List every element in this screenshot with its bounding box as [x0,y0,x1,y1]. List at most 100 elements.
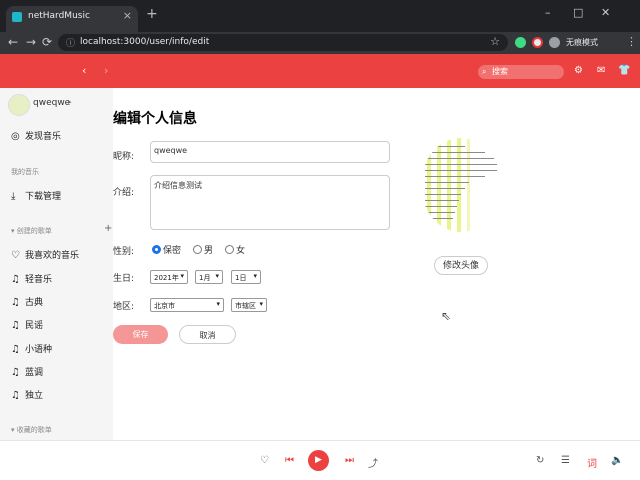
sidebar-item-playlist[interactable]: ♫ 蓝调 [11,365,43,378]
player-bar: ♡ ⏮ ▶ ⏭ ⤴ ↻ ☰ 词 🔈 [0,440,640,480]
sidebar-item-label: 我喜欢的音乐 [25,251,80,261]
tab-close-icon[interactable]: × [123,9,132,22]
tab-favicon-icon [12,12,22,22]
extension-chrome-icon[interactable] [532,37,543,48]
minimize-button[interactable]: – [545,6,551,19]
like-icon[interactable]: ♡ [260,455,269,466]
sidebar: qweqwe ▸ ◎ 发现音乐 我的音乐 ⤓ 下载管理 ▾ 创建的歌单 + ♡ 我喜欢… [0,88,113,440]
gender-radio-female[interactable]: 女 [225,243,245,256]
heart-icon: ♡ [11,250,20,261]
sidebar-username[interactable]: qweqwe [33,98,70,108]
gender-radio-secret[interactable]: 保密 [152,243,181,256]
play-button[interactable]: ▶ [308,450,329,471]
app-back-button[interactable]: ‹ [82,64,86,77]
chevron-down-icon: ▾ [253,272,257,280]
region-label: 地区: [113,302,135,312]
add-playlist-button[interactable]: + [104,223,112,234]
caret-right-icon[interactable]: ▸ [68,98,72,106]
previous-track-icon[interactable]: ⏮ [285,455,294,466]
birth-month-select[interactable]: 1月 ▾ [195,270,223,284]
avatar[interactable] [8,94,30,116]
sidebar-item-liked[interactable]: ♡ 我喜欢的音乐 [11,248,79,261]
download-icon: ⤓ [11,191,16,202]
chevron-down-icon: ▾ [180,272,184,280]
sidebar-item-label: 小语种 [25,345,53,355]
page-title: 编辑个人信息 [113,111,197,127]
tab-title: netHardMusic [28,11,90,21]
gender-radio-male[interactable]: 男 [193,243,213,256]
maximize-button[interactable]: □ [573,6,583,19]
browser-menu-icon[interactable]: ⋮ [626,35,637,48]
browser-tab[interactable]: netHardMusic × [6,6,138,32]
sidebar-item-playlist[interactable]: ♫ 轻音乐 [11,272,52,285]
sidebar-item-label: 民谣 [25,321,44,331]
birth-day-select[interactable]: 1日 ▾ [231,270,261,284]
new-tab-button[interactable]: + [146,6,158,22]
sidebar-item-label: 发现音乐 [25,132,62,142]
extension-green-icon[interactable] [515,37,526,48]
sidebar-item-label: 独立 [25,391,44,401]
music-note-icon: ♫ [11,344,20,355]
intro-textarea[interactable]: 介绍信息测试 [150,175,390,230]
incognito-profile-label[interactable]: 无痕模式 [566,37,598,48]
site-info-icon[interactable]: ⓘ [66,36,75,49]
radio-unchecked-icon [193,245,202,254]
section-my-music: 我的音乐 [11,168,39,176]
sidebar-item-playlist[interactable]: ♫ 民谣 [11,318,43,331]
change-avatar-button[interactable]: 修改头像 [434,256,488,275]
search-input[interactable]: ⌕ 搜索 [478,65,564,79]
music-note-icon: ♫ [11,390,20,401]
mail-icon[interactable]: ✉ [597,65,605,76]
district-select[interactable]: 市辖区 ▾ [231,298,267,312]
address-bar[interactable]: ⓘ localhost:3000/user/info/edit ☆ [58,34,508,51]
music-note-icon: ♫ [11,274,20,285]
url-text: localhost:3000/user/info/edit [80,37,210,47]
chevron-down-icon: ▾ [215,272,219,280]
intro-label: 介绍: [113,188,135,198]
sidebar-item-downloads[interactable]: ⤓ 下载管理 [11,189,61,202]
browser-tab-strip: netHardMusic × + – □ ✕ [0,0,640,32]
search-icon: ⌕ [482,67,487,76]
sidebar-item-label: 下载管理 [25,192,62,202]
avatar-preview [421,138,505,233]
nickname-label: 昵称: [113,152,135,162]
loop-mode-icon[interactable]: ↻ [536,455,544,466]
nickname-field[interactable]: qweqwe [150,141,390,163]
avatar-preview-image [421,138,501,232]
birth-year-select[interactable]: 2021年 ▾ [150,270,188,284]
cancel-button[interactable]: 取消 [179,325,236,344]
section-collected-playlists[interactable]: ▾ 收藏的歌单 [11,425,52,435]
sidebar-item-discover[interactable]: ◎ 发现音乐 [11,129,61,142]
extensions-puzzle-icon[interactable] [549,37,560,48]
bookmark-star-icon[interactable]: ☆ [490,35,500,48]
discover-icon: ◎ [11,131,20,142]
gender-label: 性别: [113,247,135,257]
save-button[interactable]: 保存 [113,325,168,344]
forward-button[interactable]: → [26,35,36,49]
share-icon[interactable]: ⤴ [368,455,378,470]
sidebar-item-playlist[interactable]: ♫ 古典 [11,295,43,308]
radio-unchecked-icon [225,245,234,254]
sidebar-item-playlist[interactable]: ♫ 小语种 [11,342,52,355]
sidebar-item-label: 轻音乐 [25,275,53,285]
lyrics-icon[interactable]: 词 [587,455,597,470]
playlist-icon[interactable]: ☰ [561,455,570,466]
skin-icon[interactable]: 👕 [618,65,630,76]
music-note-icon: ♫ [11,297,20,308]
mouse-cursor-icon: ⇖ [441,309,452,323]
settings-icon[interactable]: ⚙ [574,65,583,76]
reload-button[interactable]: ⟳ [42,35,52,49]
province-select[interactable]: 北京市 ▾ [150,298,224,312]
music-note-icon: ♫ [11,367,20,378]
sidebar-item-playlist[interactable]: ♫ 独立 [11,388,43,401]
chevron-down-icon: ▾ [259,300,263,308]
app-forward-button[interactable]: › [104,64,108,77]
close-window-button[interactable]: ✕ [601,6,610,19]
app-header: ‹ › ⌕ 搜索 ⚙ ✉ 👕 [0,54,640,88]
sidebar-item-label: 古典 [25,298,44,308]
birthday-label: 生日: [113,274,135,284]
next-track-icon[interactable]: ⏭ [345,455,354,466]
back-button[interactable]: ← [8,35,18,49]
section-created-playlists[interactable]: ▾ 创建的歌单 [11,226,52,236]
volume-icon[interactable]: 🔈 [611,455,623,466]
